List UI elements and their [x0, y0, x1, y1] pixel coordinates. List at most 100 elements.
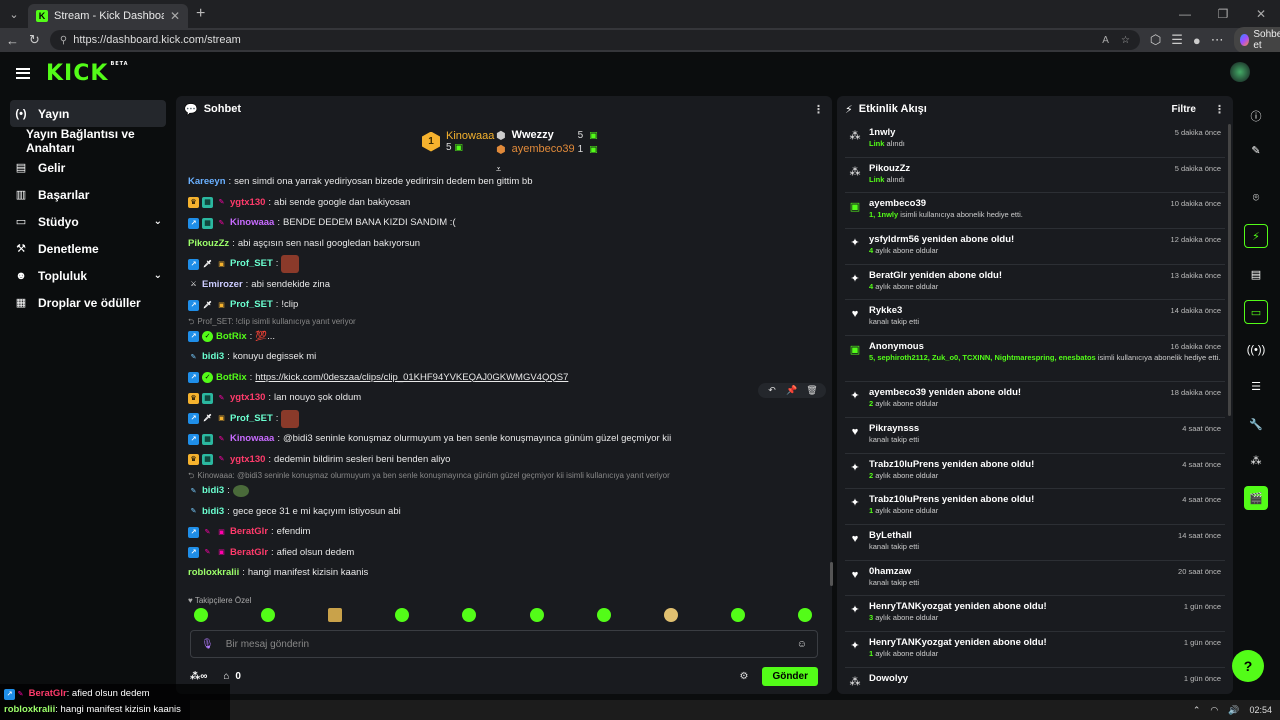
- chat-message[interactable]: ♛ ▦ ✎ ygtx130: dedemin bildirim sesleri ben…: [188, 450, 820, 471]
- kick-logo[interactable]: KICK BETA: [46, 61, 129, 86]
- activity-item[interactable]: ✦ Trabz10luPrens yeniden abone oldu! 1 ayl…: [845, 489, 1225, 525]
- collections-icon[interactable]: ☰: [1171, 32, 1183, 48]
- activity-item[interactable]: ✦ ysfyldrm56 yeniden abone oldu! 4 aylık a…: [845, 229, 1225, 265]
- chat-message[interactable]: ↗ ✎ ▣ BeratGlr: afied olsun dedem: [188, 543, 820, 564]
- microphone-icon[interactable]: 🎙: [201, 639, 214, 650]
- sidebar-item-gelir[interactable]: ▤ Gelir: [10, 154, 166, 181]
- emote-icon[interactable]: [596, 608, 611, 622]
- activity-feed-toggle-icon[interactable]: ⚡: [1244, 224, 1268, 248]
- community-icon[interactable]: ⁂: [1244, 448, 1268, 472]
- reply-icon[interactable]: ↶: [764, 385, 780, 396]
- tab-menu-chevron-icon[interactable]: ⌄: [0, 0, 28, 28]
- delete-icon[interactable]: 🗑: [804, 385, 820, 396]
- activity-item[interactable]: ✦ Trabz10luPrens yeniden abone oldu! 2 ayl…: [845, 454, 1225, 490]
- restore-icon[interactable]: ❐: [1204, 0, 1242, 28]
- chat-message[interactable]: Kareeyn: sen simdi ona yarrak yediriyosa…: [188, 172, 820, 193]
- chat-message[interactable]: ↗ ✓ BotRix: https://kick.com/0deszaa/clips…: [188, 368, 820, 389]
- chat-message[interactable]: ♛ ▦ ✎ ygtx130: abi sende google dan bakiyos…: [188, 193, 820, 214]
- tray-chevron-icon[interactable]: ⌃: [1193, 705, 1201, 716]
- activity-more-icon[interactable]: ⋮: [1214, 103, 1225, 116]
- chat-message[interactable]: ↗ 🗡 ▣ Prof_SET: !clip: [188, 295, 820, 316]
- info-icon[interactable]: ⓘ: [1244, 104, 1268, 128]
- profile-avatar-icon[interactable]: ●: [1193, 33, 1201, 48]
- activity-scrollbar[interactable]: [1228, 124, 1231, 416]
- camera-icon[interactable]: ⌾: [1244, 186, 1268, 210]
- back-icon[interactable]: ←: [6, 33, 19, 48]
- sidebar-item-yayin[interactable]: (•) Yayın: [10, 100, 166, 127]
- copilot-button[interactable]: Sohbet et: [1233, 27, 1280, 53]
- sidebar-item-stream-key[interactable]: Yayın Bağlantısı ve Anahtarı: [10, 127, 166, 155]
- help-button[interactable]: ?: [1232, 650, 1264, 682]
- emote-icon[interactable]: [663, 608, 678, 622]
- sidebar-item-droplar[interactable]: ▦ Droplar ve ödüller: [10, 289, 166, 316]
- emote-icon[interactable]: [730, 608, 745, 622]
- activity-item[interactable]: ▣ ayembeco39 1, 1nwly isimli kullanıcıya a…: [845, 193, 1225, 230]
- volume-icon[interactable]: 🔊: [1228, 705, 1239, 716]
- hamburger-menu-icon[interactable]: [16, 67, 30, 79]
- read-aloud-icon[interactable]: A: [1102, 35, 1109, 46]
- chat-message[interactable]: ↗ ✓ BotRix: 💯...: [188, 327, 820, 348]
- activity-item[interactable]: ♥ ByLethall kanalı takip etti 14 saat önce: [845, 525, 1225, 561]
- sidebar-item-studyo[interactable]: ▭ Stüdyo ⌄: [10, 208, 166, 235]
- activity-item[interactable]: ♥ Rykke3 kanalı takip etti 14 dakika önce: [845, 300, 1225, 337]
- extensions-icon[interactable]: ⬡: [1150, 32, 1161, 48]
- chat-scrollbar[interactable]: [830, 562, 833, 586]
- activity-item[interactable]: ⁂ 1nwly Link alındı 5 dakika önce: [845, 122, 1225, 158]
- emote-icon[interactable]: [395, 608, 410, 622]
- wrench-icon[interactable]: 🔧: [1244, 412, 1268, 436]
- reply-context[interactable]: ⮌ Kinowaaa: @bidi3 seninle konuşmaz olur…: [188, 470, 820, 481]
- chat-message[interactable]: ⚔ Emirozer: abi sendekide zina: [188, 275, 820, 296]
- chat-message[interactable]: robloxkralii: hangi manifest kizisin kaa…: [188, 563, 820, 584]
- activity-item[interactable]: ♥ Pikraynsss kanalı takip etti 4 saat önce: [845, 418, 1225, 454]
- notes-icon[interactable]: ▤: [1244, 262, 1268, 286]
- filter-button[interactable]: Filtre: [1172, 104, 1196, 115]
- chat-message[interactable]: ♛ ▦ ✎ ygtx130: lan nouyo şok oldum: [188, 388, 820, 409]
- chat-message[interactable]: ✎ bidi3: konuyu degissek mi: [188, 347, 820, 368]
- sidebar-item-denetleme[interactable]: ⚒ Denetleme: [10, 235, 166, 262]
- activity-item[interactable]: ⁂ PikouzZz Link alındı 5 dakika önce: [845, 158, 1225, 194]
- chat-message[interactable]: ↗ 🗡 ▣ Prof_SET:: [188, 409, 820, 430]
- new-tab-icon[interactable]: +: [196, 5, 205, 23]
- sliders-icon[interactable]: ☰: [1244, 374, 1268, 398]
- browser-tab[interactable]: K Stream - Kick Dashboard ✕: [28, 4, 188, 28]
- edit-icon[interactable]: ✎: [1244, 138, 1268, 162]
- emote-icon[interactable]: [328, 608, 343, 622]
- close-window-icon[interactable]: ✕: [1242, 0, 1280, 28]
- activity-item[interactable]: ⁂ Dowolyy 1 gün önce: [845, 668, 1225, 694]
- channel-points-icon[interactable]: ⁂∞: [190, 671, 207, 682]
- emote-icon[interactable]: [797, 608, 812, 622]
- activity-item[interactable]: ✦ ayembeco39 yeniden abone oldu! 2 aylık a…: [845, 382, 1225, 418]
- clip-link[interactable]: https://kick.com/0deszaa/clips/clip_01KH…: [255, 368, 568, 389]
- chat-more-icon[interactable]: ⋮: [813, 103, 824, 116]
- wifi-icon[interactable]: ◠: [1210, 705, 1218, 716]
- chat-message[interactable]: ↗ ▦ ✎ Kinowaaa: BENDE DEDEM BANA KIZDI SAND…: [188, 213, 820, 234]
- chat-input[interactable]: 🎙 Bir mesaj gönderin ☺: [190, 630, 818, 658]
- favorite-star-icon[interactable]: ☆: [1121, 35, 1130, 46]
- chat-message[interactable]: ↗ ✎ ▣ BeratGlr: efendim: [188, 522, 820, 543]
- user-avatar[interactable]: [1230, 62, 1250, 82]
- chat-settings-icon[interactable]: ⚙: [739, 671, 748, 682]
- reply-context[interactable]: ⮌ Prof_SET: !clip isimli kullanıcıya yan…: [188, 316, 820, 327]
- activity-item[interactable]: ♥ 0hamzaw kanalı takip etti 20 saat önce: [845, 561, 1225, 597]
- emoji-picker-icon[interactable]: ☺: [797, 639, 807, 650]
- minimize-icon[interactable]: —: [1166, 0, 1204, 28]
- chat-message[interactable]: ✎ bidi3:: [188, 481, 820, 502]
- site-info-icon[interactable]: ⚲: [60, 35, 67, 46]
- close-tab-icon[interactable]: ✕: [170, 9, 180, 23]
- leaderboard-first[interactable]: 1 Kinowaaa 5 ▣: [422, 130, 494, 153]
- send-button[interactable]: Gönder: [762, 666, 818, 686]
- pin-icon[interactable]: 📌: [784, 385, 800, 396]
- gift-shop-icon[interactable]: ⌂: [223, 671, 229, 682]
- activity-item[interactable]: ✦ HenryTANKyozgat yeniden abone oldu! 3 ay…: [845, 596, 1225, 632]
- reload-icon[interactable]: ↻: [29, 32, 40, 48]
- chat-message[interactable]: PikouzZz: abi aşçısın sen nasıl googleda…: [188, 234, 820, 255]
- emote-icon[interactable]: [529, 608, 544, 622]
- chat-toggle-icon[interactable]: ▭: [1244, 300, 1268, 324]
- sidebar-item-basarilar[interactable]: ▥ Başarılar: [10, 181, 166, 208]
- activity-item[interactable]: ✦ HenryTANKyozgat yeniden abone oldu! 1 ay…: [845, 632, 1225, 668]
- emote-icon[interactable]: [194, 608, 208, 622]
- activity-item[interactable]: ✦ BeratGlr yeniden abone oldu! 4 aylık abo…: [845, 265, 1225, 301]
- emote-icon[interactable]: [462, 608, 477, 622]
- leaderboard-third[interactable]: ⬢ ayembeco39 1 ▣: [496, 142, 598, 156]
- clock[interactable]: 02:54: [1249, 705, 1272, 715]
